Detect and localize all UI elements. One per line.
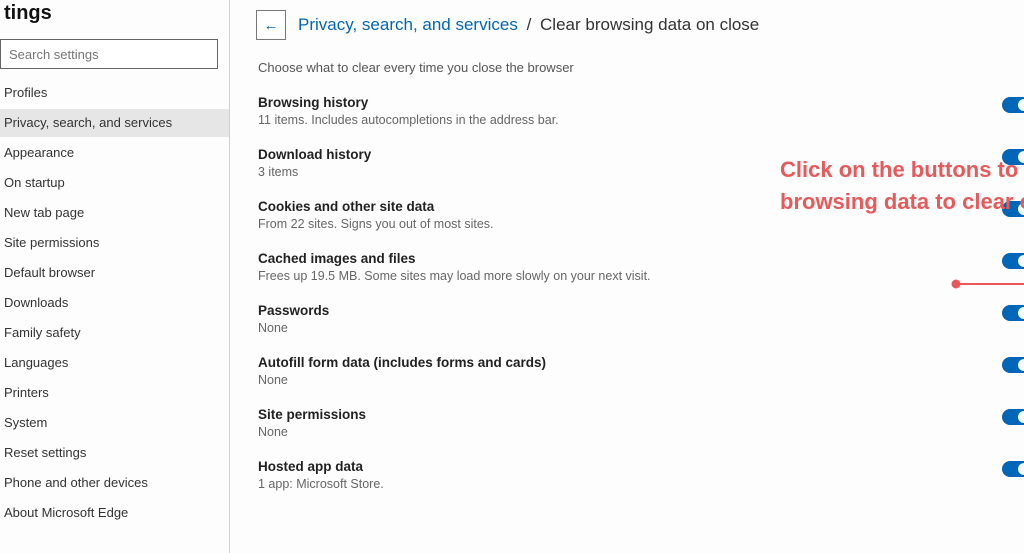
clear-option: Cookies and other site dataFrom 22 sites… <box>256 191 1024 243</box>
clear-option: Hosted app data1 app: Microsoft Store. <box>256 451 1024 503</box>
option-description: Frees up 19.5 MB. Some sites may load mo… <box>258 269 1024 283</box>
sidebar-item[interactable]: Default browser <box>0 259 229 287</box>
option-title: Cached images and files <box>258 251 1024 269</box>
sidebar-item[interactable]: Printers <box>0 379 229 407</box>
main-content: ← Privacy, search, and services / Clear … <box>230 0 1024 553</box>
option-title: Autofill form data (includes forms and c… <box>258 355 1024 373</box>
sidebar: tings ProfilesPrivacy, search, and servi… <box>0 0 230 553</box>
sidebar-item[interactable]: New tab page <box>0 199 229 227</box>
option-description: 11 items. Includes autocompletions in th… <box>258 113 1024 127</box>
breadcrumb: Privacy, search, and services / Clear br… <box>298 15 759 35</box>
sidebar-item[interactable]: Phone and other devices <box>0 469 229 497</box>
sidebar-item[interactable]: Reset settings <box>0 439 229 467</box>
option-toggle[interactable] <box>1002 201 1024 217</box>
option-toggle[interactable] <box>1002 253 1024 269</box>
breadcrumb-current: Clear browsing data on close <box>540 15 759 34</box>
option-toggle[interactable] <box>1002 97 1024 113</box>
sidebar-item[interactable]: Privacy, search, and services <box>0 109 229 137</box>
option-title: Download history <box>258 147 1024 165</box>
clear-option: PasswordsNone <box>256 295 1024 347</box>
sidebar-item[interactable]: Languages <box>0 349 229 377</box>
sidebar-item[interactable]: Family safety <box>0 319 229 347</box>
option-title: Site permissions <box>258 407 1024 425</box>
sidebar-item[interactable]: About Microsoft Edge <box>0 499 229 527</box>
sidebar-item[interactable]: Profiles <box>0 79 229 107</box>
clear-option: Cached images and filesFrees up 19.5 MB.… <box>256 243 1024 295</box>
option-description: None <box>258 373 1024 387</box>
clear-option: Site permissionsNone <box>256 399 1024 451</box>
clear-option: Download history3 items <box>256 139 1024 191</box>
option-description: 1 app: Microsoft Store. <box>258 477 1024 491</box>
page-subheading: Choose what to clear every time you clos… <box>256 46 1024 87</box>
option-description: From 22 sites. Signs you out of most sit… <box>258 217 1024 231</box>
option-description: None <box>258 321 1024 335</box>
breadcrumb-separator: / <box>527 15 532 34</box>
option-toggle[interactable] <box>1002 409 1024 425</box>
option-description: None <box>258 425 1024 439</box>
sidebar-item[interactable]: On startup <box>0 169 229 197</box>
back-arrow-icon: ← <box>264 17 279 34</box>
option-title: Hosted app data <box>258 459 1024 477</box>
breadcrumb-row: ← Privacy, search, and services / Clear … <box>256 0 1024 46</box>
option-toggle[interactable] <box>1002 357 1024 373</box>
option-toggle[interactable] <box>1002 461 1024 477</box>
option-description: 3 items <box>258 165 1024 179</box>
option-title: Cookies and other site data <box>258 199 1024 217</box>
option-toggle[interactable] <box>1002 149 1024 165</box>
sidebar-item[interactable]: Downloads <box>0 289 229 317</box>
clear-options-list: Browsing history11 items. Includes autoc… <box>256 87 1024 503</box>
sidebar-item[interactable]: Site permissions <box>0 229 229 257</box>
clear-option: Browsing history11 items. Includes autoc… <box>256 87 1024 139</box>
option-toggle[interactable] <box>1002 305 1024 321</box>
breadcrumb-link[interactable]: Privacy, search, and services <box>298 15 518 34</box>
back-button[interactable]: ← <box>256 10 286 40</box>
settings-title: tings <box>0 0 229 39</box>
sidebar-item[interactable]: Appearance <box>0 139 229 167</box>
option-title: Browsing history <box>258 95 1024 113</box>
option-title: Passwords <box>258 303 1024 321</box>
clear-option: Autofill form data (includes forms and c… <box>256 347 1024 399</box>
search-input[interactable] <box>0 39 218 69</box>
sidebar-nav: ProfilesPrivacy, search, and servicesApp… <box>0 79 229 527</box>
sidebar-item[interactable]: System <box>0 409 229 437</box>
